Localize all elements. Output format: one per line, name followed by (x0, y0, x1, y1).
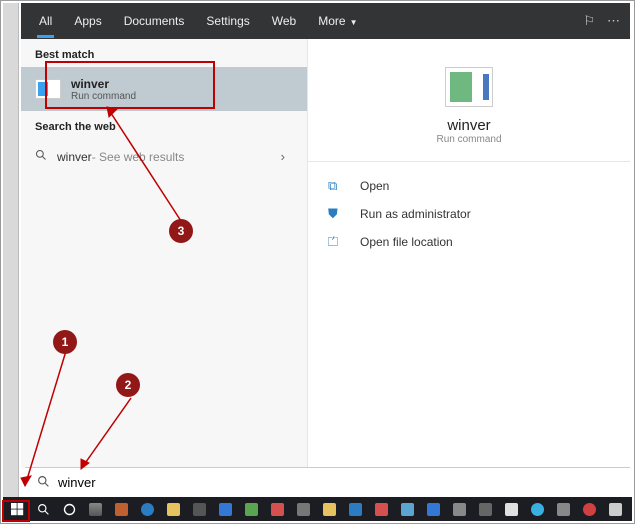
taskbar-app-10[interactable] (343, 498, 367, 520)
edge-icon[interactable] (135, 498, 159, 520)
action-label: Open (360, 179, 389, 193)
taskbar-app-16[interactable] (499, 498, 523, 520)
more-icon[interactable]: ⋯ (607, 13, 620, 29)
tab-more[interactable]: More▼ (318, 14, 357, 28)
tab-apps[interactable]: Apps (74, 14, 101, 28)
taskbar-app-17[interactable] (525, 498, 549, 520)
start-button[interactable] (5, 498, 29, 520)
taskbar-app-19[interactable] (577, 498, 601, 520)
taskbar-app-20[interactable] (603, 498, 627, 520)
preview-title: winver (308, 117, 630, 134)
app-icon (445, 67, 493, 107)
taskbar-app-7[interactable] (265, 498, 289, 520)
taskbar-app-9[interactable] (317, 498, 341, 520)
action-open-location[interactable]: ⏍ Open file location (308, 228, 630, 256)
taskbar-app-5[interactable] (213, 498, 237, 520)
divider (308, 161, 630, 162)
search-web-heading: Search the web (21, 111, 307, 139)
taskbar-app-13[interactable] (421, 498, 445, 520)
search-input[interactable] (58, 475, 630, 490)
web-result-suffix: - See web results (92, 150, 185, 164)
search-icon (35, 149, 49, 164)
admin-icon: ⛊ (328, 206, 348, 222)
action-open[interactable]: ⧉ Open (308, 172, 630, 200)
action-label: Open file location (360, 235, 453, 249)
action-run-admin[interactable]: ⛊ Run as administrator (308, 200, 630, 228)
taskbar-app-6[interactable] (239, 498, 263, 520)
taskbar-search[interactable] (31, 498, 55, 520)
tab-settings[interactable]: Settings (206, 14, 249, 28)
search-results-panel: Best match winver Run command Search the… (21, 39, 630, 468)
taskbar-app-1[interactable] (109, 498, 133, 520)
result-subtitle: Run command (71, 91, 136, 102)
action-label: Run as administrator (360, 207, 471, 221)
open-icon: ⧉ (328, 178, 348, 194)
tab-web[interactable]: Web (272, 14, 296, 28)
result-preview-pane: winver Run command ⧉ Open ⛊ Run as admin… (307, 39, 630, 468)
taskbar-app-8[interactable] (291, 498, 315, 520)
folder-icon: ⏍ (328, 234, 348, 250)
task-view-icon[interactable] (83, 498, 107, 520)
taskbar-app-14[interactable] (447, 498, 471, 520)
results-list: Best match winver Run command Search the… (21, 39, 307, 468)
result-title: winver (71, 77, 136, 91)
taskbar-app-12[interactable] (395, 498, 419, 520)
web-result-row[interactable]: winver - See web results › (21, 139, 307, 174)
chevron-right-icon: › (281, 149, 285, 164)
taskbar (3, 497, 632, 521)
preview-subtitle: Run command (308, 134, 630, 145)
store-icon[interactable] (187, 498, 211, 520)
cortana-icon[interactable] (57, 498, 81, 520)
tab-all[interactable]: All (39, 14, 52, 28)
web-result-term: winver (57, 150, 92, 164)
chevron-down-icon: ▼ (350, 18, 358, 27)
search-icon (37, 475, 50, 491)
explorer-icon[interactable] (161, 498, 185, 520)
search-bar[interactable] (25, 467, 630, 497)
taskbar-app-18[interactable] (551, 498, 575, 520)
search-scope-tabs: All Apps Documents Settings Web More▼ ⚐ … (21, 3, 630, 39)
run-command-icon (35, 79, 61, 99)
window-gutter (3, 3, 19, 497)
feedback-icon[interactable]: ⚐ (583, 13, 595, 29)
best-match-heading: Best match (21, 39, 307, 67)
taskbar-app-15[interactable] (473, 498, 497, 520)
taskbar-app-11[interactable] (369, 498, 393, 520)
tab-documents[interactable]: Documents (124, 14, 185, 28)
best-match-result[interactable]: winver Run command (21, 67, 307, 111)
